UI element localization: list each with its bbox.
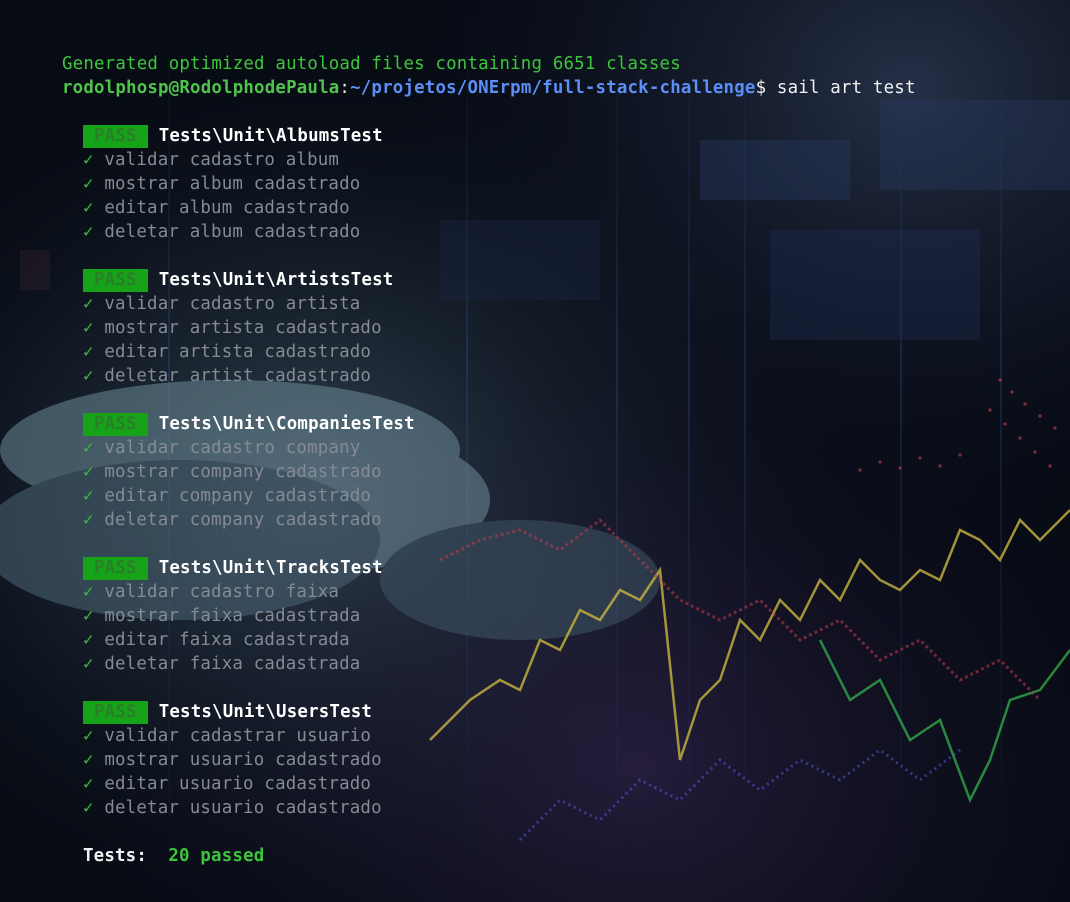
test-name: deletar faixa cadastrada — [104, 654, 361, 674]
test-name: editar faixa cadastrada — [104, 630, 350, 650]
test-result-line: ✓ deletar faixa cadastrada — [83, 652, 360, 676]
test-result-line: ✓ editar artista cadastrado — [83, 340, 371, 364]
test-name: validar cadastro faixa — [104, 582, 340, 602]
shell-prompt-line: rodolphosp@RodolphodePaula:~/projetos/ON… — [62, 76, 916, 100]
test-name: mostrar album cadastrado — [104, 174, 361, 194]
check-icon: ✓ — [83, 174, 94, 194]
check-icon: ✓ — [83, 342, 94, 362]
test-name: editar artista cadastrado — [104, 342, 372, 362]
test-name: mostrar company cadastrado — [104, 462, 382, 482]
test-name: validar cadastro album — [104, 150, 340, 170]
test-result-line: ✓ validar cadastro album — [83, 148, 339, 172]
check-icon: ✓ — [83, 582, 94, 602]
check-icon: ✓ — [83, 798, 94, 818]
test-name: deletar usuario cadastrado — [104, 798, 382, 818]
pass-badge: PASS — [83, 269, 148, 292]
check-icon: ✓ — [83, 750, 94, 770]
test-result-line: ✓ editar album cadastrado — [83, 196, 350, 220]
command-text: sail art test — [776, 78, 916, 98]
test-result-line: ✓ editar faixa cadastrada — [83, 628, 350, 652]
pass-badge: PASS — [83, 701, 148, 724]
prompt-symbol: $ — [755, 78, 767, 98]
summary-label: Tests: — [83, 846, 148, 866]
check-icon: ✓ — [83, 774, 94, 794]
suite-header: PASS Tests\Unit\ArtistsTest — [83, 268, 393, 292]
terminal-output: Generated optimized autoload files conta… — [0, 0, 1070, 902]
test-result-line: ✓ editar company cadastrado — [83, 484, 371, 508]
check-icon: ✓ — [83, 294, 94, 314]
check-icon: ✓ — [83, 726, 94, 746]
test-name: deletar album cadastrado — [104, 222, 361, 242]
check-icon: ✓ — [83, 630, 94, 650]
check-icon: ✓ — [83, 438, 94, 458]
check-icon: ✓ — [83, 486, 94, 506]
suite-header: PASS Tests\Unit\AlbumsTest — [83, 124, 383, 148]
test-result-line: ✓ validar cadastrar usuario — [83, 724, 371, 748]
test-result-line: ✓ deletar usuario cadastrado — [83, 796, 382, 820]
test-name: deletar artist cadastrado — [104, 366, 372, 386]
test-result-line: ✓ deletar company cadastrado — [83, 508, 382, 532]
suite-name: Tests\Unit\UsersTest — [158, 702, 373, 722]
check-icon: ✓ — [83, 318, 94, 338]
test-name: mostrar artista cadastrado — [104, 318, 382, 338]
suite-name: Tests\Unit\AlbumsTest — [158, 126, 383, 146]
check-icon: ✓ — [83, 150, 94, 170]
test-name: mostrar faixa cadastrada — [104, 606, 361, 626]
suite-name: Tests\Unit\ArtistsTest — [158, 270, 394, 290]
prompt-path: ~/projetos/ONErpm/full-stack-challenge — [350, 78, 756, 98]
test-result-line: ✓ editar usuario cadastrado — [83, 772, 371, 796]
test-result-line: ✓ mostrar artista cadastrado — [83, 316, 382, 340]
check-icon: ✓ — [83, 462, 94, 482]
test-name: validar cadastrar usuario — [104, 726, 372, 746]
check-icon: ✓ — [83, 198, 94, 218]
suite-name: Tests\Unit\TracksTest — [158, 558, 383, 578]
test-name: deletar company cadastrado — [104, 510, 382, 530]
prompt-separator: : — [339, 78, 351, 98]
test-result-line: ✓ deletar album cadastrado — [83, 220, 360, 244]
suite-header: PASS Tests\Unit\UsersTest — [83, 700, 372, 724]
pass-badge: PASS — [83, 125, 148, 148]
test-result-line: ✓ mostrar album cadastrado — [83, 172, 360, 196]
pass-badge: PASS — [83, 413, 148, 436]
test-result-line: ✓ validar cadastro faixa — [83, 580, 339, 604]
test-result-line: ✓ mostrar usuario cadastrado — [83, 748, 382, 772]
test-name: mostrar usuario cadastrado — [104, 750, 382, 770]
test-name: editar usuario cadastrado — [104, 774, 372, 794]
test-result-line: ✓ deletar artist cadastrado — [83, 364, 371, 388]
suite-header: PASS Tests\Unit\TracksTest — [83, 556, 383, 580]
test-result-line: ✓ mostrar company cadastrado — [83, 460, 382, 484]
test-name: editar album cadastrado — [104, 198, 350, 218]
pass-badge: PASS — [83, 557, 148, 580]
test-result-line: ✓ mostrar faixa cadastrada — [83, 604, 360, 628]
check-icon: ✓ — [83, 222, 94, 242]
test-name: validar cadastro artista — [104, 294, 361, 314]
test-name: validar cadastro company — [104, 438, 361, 458]
check-icon: ✓ — [83, 510, 94, 530]
autoload-message: Generated optimized autoload files conta… — [62, 54, 681, 74]
suite-header: PASS Tests\Unit\CompaniesTest — [83, 412, 415, 436]
check-icon: ✓ — [83, 366, 94, 386]
test-name: editar company cadastrado — [104, 486, 372, 506]
check-icon: ✓ — [83, 654, 94, 674]
prompt-user-host: rodolphosp@RodolphodePaula — [62, 78, 340, 98]
check-icon: ✓ — [83, 606, 94, 626]
test-result-line: ✓ validar cadastro company — [83, 436, 360, 460]
suite-name: Tests\Unit\CompaniesTest — [158, 414, 415, 434]
test-summary: Tests: 20 passed — [83, 844, 264, 868]
summary-value: 20 passed — [168, 846, 265, 866]
test-result-line: ✓ validar cadastro artista — [83, 292, 360, 316]
